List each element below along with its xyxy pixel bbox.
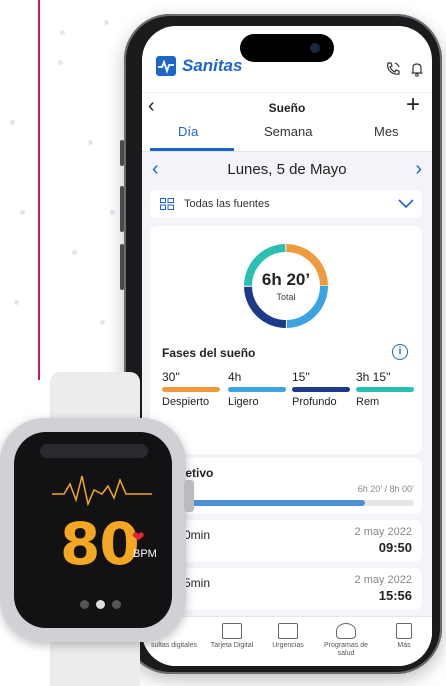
nav-label: Urgencias xyxy=(272,642,304,649)
grid-icon xyxy=(396,623,412,639)
tab-mes[interactable]: Mes xyxy=(374,124,399,139)
record-date: 2 may 2022 xyxy=(354,526,412,538)
nav-label: Tarjeta Digital xyxy=(210,642,254,649)
objective-progress-fill xyxy=(182,500,366,506)
sleep-ring: 6h 20’ Total xyxy=(240,240,332,332)
record-time: 09:50 xyxy=(378,540,412,555)
heart-icon: ❤ xyxy=(132,529,145,546)
dynamic-island xyxy=(240,34,334,62)
brand-name: Sanitas xyxy=(182,56,243,75)
nav-label: sultas digitales xyxy=(151,642,197,649)
add-icon[interactable]: + xyxy=(406,91,420,119)
phone-volume-down xyxy=(120,244,124,290)
phase-ligero: 4h Ligero xyxy=(228,370,286,408)
objective-title: jetivo xyxy=(182,466,214,480)
ambulance-icon xyxy=(278,623,298,639)
bottom-navigation: sultas digitales Tarjeta Digital Urgenci… xyxy=(142,616,432,666)
sources-dropdown[interactable]: Todas las fuentes xyxy=(150,190,422,218)
total-sleep-value: 6h 20’ xyxy=(261,270,311,289)
page-dot xyxy=(80,600,89,609)
record-duration: 5min xyxy=(184,576,211,590)
watch-strap-bottom xyxy=(50,636,140,686)
sleep-summary-card: 6h 20’ Total Fases del sueño i 30'' Desp… xyxy=(150,226,422,454)
nav-mas[interactable]: Más xyxy=(376,623,432,650)
phase-profundo: 15'' Profundo xyxy=(292,370,350,408)
phone-volume-up xyxy=(120,186,124,232)
total-sleep-label: Total xyxy=(276,292,296,302)
title-bar: ‹ Sueño + xyxy=(142,91,432,125)
phase-bar xyxy=(162,387,220,392)
objective-progress-text: 6h 20’ / 8h 00’ xyxy=(357,484,414,494)
nav-label: Programas de salud xyxy=(324,642,368,657)
phase-name: Rem xyxy=(356,396,380,408)
bell-icon[interactable] xyxy=(408,60,426,78)
heart-program-icon xyxy=(336,623,356,639)
period-tabs: Día Semana Mes xyxy=(142,124,432,151)
phase-name: Ligero xyxy=(228,396,259,408)
phase-bar xyxy=(292,387,350,392)
record-time: 15:56 xyxy=(378,588,412,603)
accent-line xyxy=(38,0,40,380)
heartbeat-line-icon xyxy=(52,475,152,507)
watch-crown xyxy=(184,480,194,512)
phase-bar xyxy=(356,387,414,392)
nav-urgencias[interactable]: Urgencias xyxy=(260,623,316,650)
sleep-record-row[interactable]: 5min 2 may 2022 15:56 xyxy=(150,568,422,610)
phase-bar xyxy=(228,387,286,392)
date-navigator: ‹ Lunes, 5 de Mayo › xyxy=(142,152,432,188)
nav-label: Más xyxy=(397,642,411,649)
phase-rem: 3h 15'' Rem xyxy=(356,370,414,408)
next-day-chevron-icon[interactable]: › xyxy=(415,158,422,181)
sleep-record-row[interactable]: 0min 2 may 2022 09:50 xyxy=(150,520,422,562)
phone-call-icon[interactable] xyxy=(384,60,402,78)
phase-value: 4h xyxy=(228,370,242,384)
heart-rate-value: 80 xyxy=(60,510,140,578)
tab-dia[interactable]: Día xyxy=(178,124,198,139)
sources-label: Todas las fuentes xyxy=(184,198,270,210)
card-icon xyxy=(222,623,242,639)
current-date: Lunes, 5 de Mayo xyxy=(227,161,347,178)
bpm-unit-label: BPM xyxy=(133,548,157,560)
sources-grid-icon xyxy=(160,198,174,210)
sanitas-logo: Sanitas xyxy=(156,56,242,76)
phase-value: 3h 15'' xyxy=(356,370,391,384)
chevron-down-icon xyxy=(398,199,414,209)
phase-value: 30'' xyxy=(162,370,180,384)
nav-tarjeta[interactable]: Tarjeta Digital xyxy=(204,623,260,650)
watch-status-bar xyxy=(40,444,148,458)
record-duration: 0min xyxy=(184,528,211,542)
phase-name: Profundo xyxy=(292,396,337,408)
record-date: 2 may 2022 xyxy=(354,574,412,586)
camera-icon xyxy=(310,43,320,53)
info-icon[interactable]: i xyxy=(392,344,408,360)
objective-progress-track xyxy=(182,500,414,506)
phase-name: Despierto xyxy=(162,396,210,408)
phase-value: 15'' xyxy=(292,370,310,384)
sanitas-logo-icon xyxy=(156,56,176,76)
nav-programas[interactable]: Programas de salud xyxy=(318,623,374,658)
page-dot-active xyxy=(96,600,105,609)
phone-side-button xyxy=(120,140,124,166)
page-dot xyxy=(112,600,121,609)
phases-title: Fases del sueño xyxy=(162,346,256,360)
tab-semana[interactable]: Semana xyxy=(264,124,312,139)
phase-despierto: 30'' Despierto xyxy=(162,370,220,408)
page-title: Sueño xyxy=(268,101,306,115)
